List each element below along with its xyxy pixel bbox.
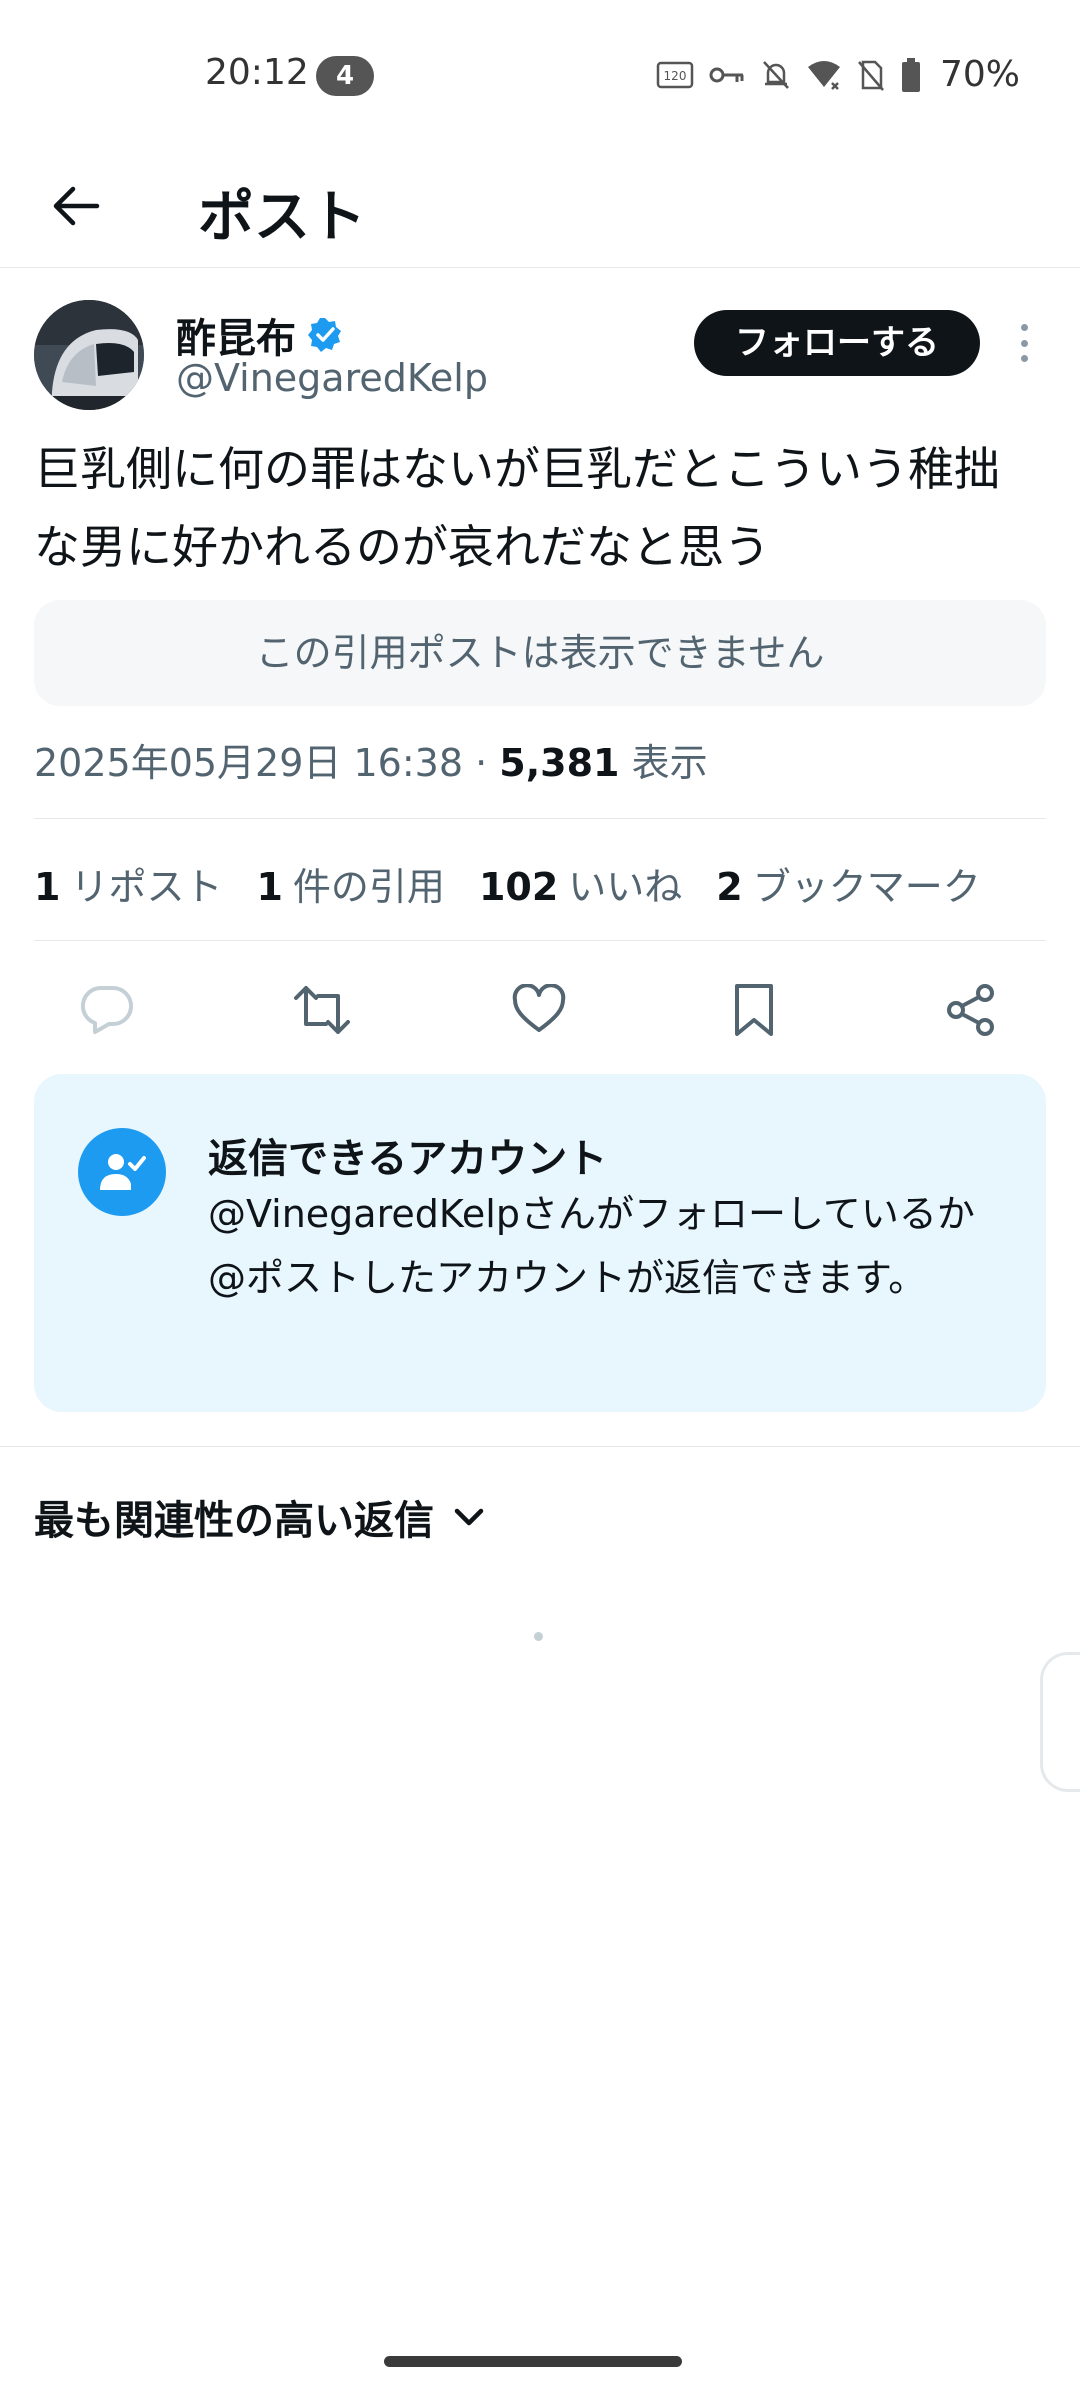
home-indicator[interactable] xyxy=(384,2356,682,2367)
bookmark-button[interactable] xyxy=(720,976,788,1044)
status-icons: 120 70% xyxy=(656,54,1020,95)
post-meta: 2025年05月29日 16:38 · 5,381 表示 xyxy=(34,732,708,787)
reposts-count: 1 xyxy=(34,865,61,909)
post-text: 巨乳側に何の罪はないが巨乳だとこういう稚拙な男に好かれるのが哀れだなと思う xyxy=(34,442,1000,574)
reply-restriction-card: 返信できるアカウント @VinegaredKelpさんがフォローしているか@ポス… xyxy=(34,1074,1046,1412)
quotes-label: 件の引用 xyxy=(292,865,445,909)
120hz-icon: 120 xyxy=(656,61,694,88)
divider xyxy=(34,940,1046,941)
reply-icon xyxy=(80,985,133,1034)
avatar[interactable] xyxy=(34,300,144,410)
meta-separator: · xyxy=(463,741,500,785)
svg-text:120: 120 xyxy=(664,69,687,83)
reply-sort-dropdown[interactable]: 最も関連性の高い返信 xyxy=(34,1488,486,1546)
reply-button[interactable] xyxy=(73,976,141,1044)
more-dot xyxy=(1020,324,1028,331)
view-count: 5,381 xyxy=(499,741,620,785)
bookmarks-count: 2 xyxy=(716,865,743,909)
loading-indicator xyxy=(534,1632,543,1641)
reply-sort-label: 最も関連性の高い返信 xyxy=(34,1498,434,1544)
more-dot xyxy=(1020,339,1028,347)
arrow-left-icon xyxy=(53,186,100,226)
repost-button[interactable] xyxy=(288,976,356,1044)
quotes-stat[interactable]: 1 件の引用 xyxy=(256,856,444,911)
share-icon xyxy=(947,984,994,1036)
reply-restriction-description: @VinegaredKelpさんがフォローしているか@ポストしたアカウントが返信… xyxy=(208,1192,975,1300)
no-sim-icon xyxy=(858,60,884,91)
like-icon xyxy=(512,984,566,1032)
divider xyxy=(34,818,1046,819)
likes-label: いいね xyxy=(568,865,683,909)
engagement-stats: 1 リポスト 1 件の引用 102 いいね 2 ブックマーク xyxy=(34,856,981,911)
reposts-label: リポスト xyxy=(70,865,223,909)
status-bar: 20:12 4 120 70% xyxy=(0,0,1080,150)
reply-restriction-title: 返信できるアカウント xyxy=(208,1136,608,1182)
post-header: 酢昆布 @VinegaredKelp フォローする xyxy=(0,296,1080,416)
page-title: ポスト xyxy=(198,185,366,250)
battery-percent: 70% xyxy=(939,54,1020,95)
divider xyxy=(0,1446,1080,1447)
bookmarks-label: ブックマーク xyxy=(752,865,981,909)
top-app-bar: ポスト xyxy=(0,150,1080,268)
share-button[interactable] xyxy=(937,976,1005,1044)
notification-count-badge: 4 xyxy=(316,56,374,96)
battery-icon xyxy=(901,57,920,92)
post-actions xyxy=(0,970,1080,1050)
bell-off-icon xyxy=(763,60,789,89)
post-timestamp[interactable]: 2025年05月29日 16:38 xyxy=(34,741,463,785)
reply-restriction-badge xyxy=(78,1128,166,1216)
author-handle[interactable]: @VinegaredKelp xyxy=(176,356,488,400)
quotes-count: 1 xyxy=(256,865,283,909)
likes-count: 102 xyxy=(478,865,559,909)
wifi-icon xyxy=(807,60,840,90)
vpn-key-icon xyxy=(709,67,744,82)
user-check-icon xyxy=(100,1154,146,1190)
chevron-down-icon xyxy=(454,1508,484,1526)
avatar-image xyxy=(34,300,144,410)
bookmarks-stat[interactable]: 2 ブックマーク xyxy=(716,856,980,911)
verified-badge-icon xyxy=(308,318,341,352)
status-time: 20:12 xyxy=(205,52,309,93)
views-label: 表示 xyxy=(631,741,708,785)
edge-panel-handle[interactable] xyxy=(1040,1652,1080,1792)
back-button[interactable] xyxy=(40,170,112,242)
like-button[interactable] xyxy=(505,976,573,1044)
more-options-button[interactable] xyxy=(1004,318,1044,368)
likes-stat[interactable]: 102 いいね xyxy=(479,856,682,911)
more-dot xyxy=(1020,355,1028,362)
reposts-stat[interactable]: 1 リポスト xyxy=(34,856,222,911)
bookmark-icon xyxy=(735,984,773,1036)
repost-icon xyxy=(294,986,350,1034)
follow-button[interactable]: フォローする xyxy=(694,310,980,376)
quote-unavailable-notice: この引用ポストは表示できません xyxy=(34,600,1046,706)
